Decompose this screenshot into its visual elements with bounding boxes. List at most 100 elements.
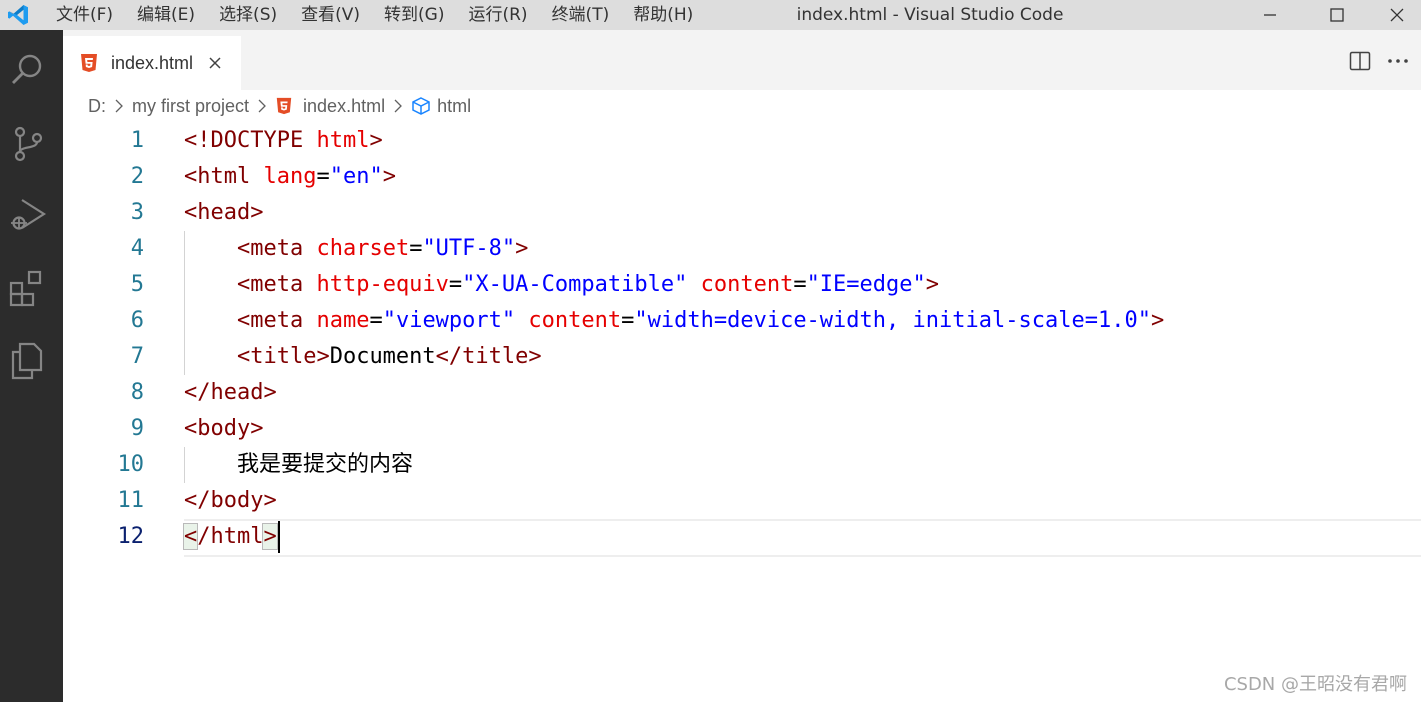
maximize-icon xyxy=(1330,8,1344,22)
token-plain: = xyxy=(369,308,383,333)
token-tag: /html xyxy=(197,524,264,549)
code-line[interactable]: 12 </html> xyxy=(63,519,1421,557)
more-actions-button[interactable] xyxy=(1383,48,1413,74)
code-line[interactable]: 6 <meta name="viewport" content="width=d… xyxy=(63,303,1421,339)
close-icon xyxy=(1390,8,1404,22)
token-bracket: < xyxy=(182,523,199,550)
line-number: 4 xyxy=(130,236,144,261)
token-bracket: > xyxy=(262,523,278,550)
current-line-highlight xyxy=(184,519,1421,557)
line-number: 8 xyxy=(130,380,144,405)
chevron-right-icon xyxy=(258,99,266,113)
code-text: <meta name="viewport" content="width=dev… xyxy=(184,303,1164,339)
token-str: "IE=edge" xyxy=(806,272,926,297)
minimize-icon xyxy=(1264,14,1276,16)
breadcrumb: D: my first project index.html html xyxy=(88,94,471,118)
token-plain: 我是要提交的内容 xyxy=(236,452,413,477)
token-tag: <meta xyxy=(236,272,317,297)
token-tag: > xyxy=(925,272,940,297)
code-text: <body> xyxy=(184,411,263,447)
token-attr: lang xyxy=(263,164,317,189)
code-line[interactable]: 5 <meta http-equiv="X-UA-Compatible" con… xyxy=(63,267,1421,303)
tab-index-html[interactable]: index.html xyxy=(63,36,241,90)
close-window-button[interactable] xyxy=(1368,0,1421,30)
minimize-button[interactable] xyxy=(1241,0,1299,30)
token-attr: html xyxy=(316,128,370,153)
maximize-button[interactable] xyxy=(1308,0,1366,30)
line-number: 9 xyxy=(130,416,144,441)
split-editor-icon xyxy=(1349,51,1371,71)
tab-label: index.html xyxy=(111,52,194,73)
line-number: 5 xyxy=(130,272,144,297)
search-icon[interactable] xyxy=(8,50,48,90)
vscode-logo-icon xyxy=(8,5,28,25)
code-line[interactable]: 1 <!DOCTYPE html> xyxy=(63,123,1421,159)
code-area[interactable]: 1 <!DOCTYPE html> 2 <html lang="en"> 3 <head>… xyxy=(63,123,1421,557)
activity-bar xyxy=(0,30,63,702)
token-attr: content xyxy=(700,272,794,297)
code-line[interactable]: 10 我是要提交的内容 xyxy=(63,447,1421,483)
breadcrumb-symbol[interactable]: html xyxy=(437,96,471,117)
split-editor-button[interactable] xyxy=(1345,48,1375,74)
code-line[interactable]: 8 </head> xyxy=(63,375,1421,411)
extensions-icon[interactable] xyxy=(8,268,48,308)
code-text: <title>Document</title> xyxy=(184,339,542,375)
menu-item[interactable]: 终端(T) xyxy=(540,0,622,30)
menu-item[interactable]: 文件(F) xyxy=(44,0,125,30)
explorer-icon[interactable] xyxy=(8,340,48,380)
menu-item[interactable]: 帮助(H) xyxy=(621,0,705,30)
html5-icon xyxy=(276,97,292,115)
token-tag: > xyxy=(369,128,383,153)
token-tag: <head> xyxy=(184,200,264,225)
token-tag: </body> xyxy=(184,488,277,513)
run-debug-icon[interactable] xyxy=(8,194,48,234)
menu-item[interactable]: 选择(S) xyxy=(207,0,289,30)
token-attr: charset xyxy=(316,236,410,261)
code-text: <head> xyxy=(184,195,263,231)
code-line[interactable]: 11 </body> xyxy=(63,483,1421,519)
code-line[interactable]: 2 <html lang="en"> xyxy=(63,159,1421,195)
code-text: <meta http-equiv="X-UA-Compatible" conte… xyxy=(184,267,939,303)
token-attr: http-equiv xyxy=(316,272,449,297)
code-text: 我是要提交的内容 xyxy=(184,447,413,483)
token-tag: > xyxy=(515,236,529,261)
line-number: 12 xyxy=(117,524,145,549)
token-plain: = xyxy=(621,308,635,333)
symbol-element-icon xyxy=(412,97,430,115)
token-tag: <title> xyxy=(236,344,330,369)
token-tag: <meta xyxy=(236,308,317,333)
menu-item[interactable]: 运行(R) xyxy=(456,0,539,30)
code-line[interactable]: 9 <body> xyxy=(63,411,1421,447)
token-tag: <body> xyxy=(184,416,264,441)
code-text: </body> xyxy=(184,483,277,519)
code-text: <!DOCTYPE html> xyxy=(184,123,383,159)
menu-item[interactable]: 转到(G) xyxy=(372,0,456,30)
token-tag: <!DOCTYPE xyxy=(184,128,317,153)
menu-bar: 文件(F) 编辑(E) 选择(S) 查看(V) 转到(G) 运行(R) 终端(T) 帮助(H) xyxy=(44,0,705,30)
token-plain: Document xyxy=(329,344,436,369)
line-number: 10 xyxy=(117,452,145,477)
close-tab-icon[interactable] xyxy=(207,55,223,71)
editor[interactable]: D: my first project index.html html 1 <!D… xyxy=(63,90,1421,702)
chevron-right-icon xyxy=(394,99,402,113)
code-line[interactable]: 4 <meta charset="UTF-8"> xyxy=(63,231,1421,267)
code-text: <html lang="en"> xyxy=(184,159,396,195)
breadcrumb-drive[interactable]: D: xyxy=(88,96,106,117)
menu-item[interactable]: 编辑(E) xyxy=(125,0,207,30)
source-control-icon[interactable] xyxy=(8,124,48,164)
token-str: "width=device-width, initial-scale=1.0" xyxy=(634,308,1151,333)
line-number: 2 xyxy=(130,164,144,189)
code-line[interactable]: 7 <title>Document</title> xyxy=(63,339,1421,375)
code-text: </head> xyxy=(184,375,277,411)
ellipsis-icon xyxy=(1388,59,1408,63)
menu-item[interactable]: 查看(V) xyxy=(289,0,372,30)
token-plain: = xyxy=(448,272,463,297)
breadcrumb-file[interactable]: index.html xyxy=(303,96,385,117)
window-title: index.html - Visual Studio Code xyxy=(796,5,1064,25)
code-line[interactable]: 3 <head> xyxy=(63,195,1421,231)
breadcrumb-folder[interactable]: my first project xyxy=(132,96,249,117)
